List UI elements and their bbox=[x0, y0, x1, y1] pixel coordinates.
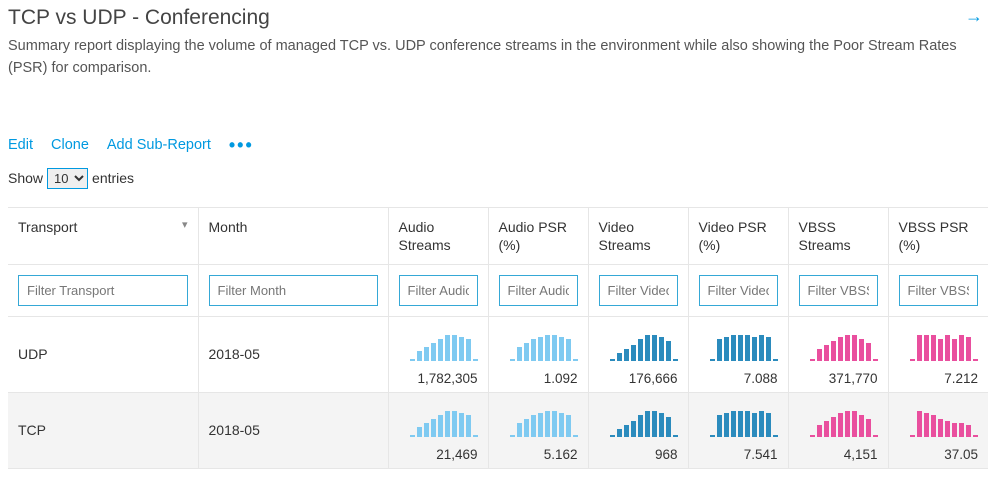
cell-vbss-psr: 7.212 bbox=[888, 316, 988, 392]
cell-audio-psr: 5.162 bbox=[488, 392, 588, 468]
filter-video-psr-input[interactable] bbox=[699, 275, 778, 306]
table-row: TCP 2018-05 21,469 5.162 968 7.541 4,151… bbox=[8, 392, 988, 468]
col-header-transport[interactable]: Transport▾ bbox=[8, 207, 198, 264]
cell-video-streams: 176,666 bbox=[588, 316, 688, 392]
table-row: UDP 2018-05 1,782,305 1.092 176,666 7.08… bbox=[8, 316, 988, 392]
show-label-prefix: Show bbox=[8, 170, 43, 186]
col-header-month[interactable]: Month bbox=[198, 207, 388, 264]
col-header-audio-streams[interactable]: Audio Streams bbox=[388, 207, 488, 264]
col-header-video-streams[interactable]: Video Streams bbox=[588, 207, 688, 264]
cell-video-streams: 968 bbox=[588, 392, 688, 468]
entries-select[interactable]: 10 bbox=[47, 168, 88, 189]
cell-video-psr: 7.088 bbox=[688, 316, 788, 392]
filter-audio-psr-input[interactable] bbox=[499, 275, 578, 306]
clone-link[interactable]: Clone bbox=[51, 137, 89, 153]
cell-audio-streams: 21,469 bbox=[388, 392, 488, 468]
expand-arrow-icon[interactable]: → bbox=[965, 6, 985, 27]
filter-audio-streams-input[interactable] bbox=[399, 275, 478, 306]
filter-month-input[interactable] bbox=[209, 275, 378, 306]
cell-vbss-streams: 371,770 bbox=[788, 316, 888, 392]
filter-transport-input[interactable] bbox=[18, 275, 188, 306]
filter-video-streams-input[interactable] bbox=[599, 275, 678, 306]
cell-transport: UDP bbox=[8, 316, 198, 392]
cell-month: 2018-05 bbox=[198, 316, 388, 392]
add-sub-report-link[interactable]: Add Sub-Report bbox=[107, 137, 211, 153]
cell-transport: TCP bbox=[8, 392, 198, 468]
report-table: Transport▾ Month Audio Streams Audio PSR… bbox=[8, 207, 988, 469]
more-actions-icon[interactable]: ••• bbox=[229, 136, 254, 154]
col-header-video-psr[interactable]: Video PSR (%) bbox=[688, 207, 788, 264]
cell-audio-psr: 1.092 bbox=[488, 316, 588, 392]
cell-vbss-psr: 37.05 bbox=[888, 392, 988, 468]
sort-indicator-icon: ▾ bbox=[182, 218, 188, 232]
cell-audio-streams: 1,782,305 bbox=[388, 316, 488, 392]
edit-link[interactable]: Edit bbox=[8, 137, 33, 153]
cell-month: 2018-05 bbox=[198, 392, 388, 468]
filter-vbss-streams-input[interactable] bbox=[799, 275, 878, 306]
cell-video-psr: 7.541 bbox=[688, 392, 788, 468]
page-description: Summary report displaying the volume of … bbox=[8, 36, 958, 80]
col-header-vbss-psr[interactable]: VBSS PSR (%) bbox=[888, 207, 988, 264]
page-title: TCP vs UDP - Conferencing bbox=[8, 6, 958, 30]
col-header-audio-psr[interactable]: Audio PSR (%) bbox=[488, 207, 588, 264]
col-header-vbss-streams[interactable]: VBSS Streams bbox=[788, 207, 888, 264]
show-label-suffix: entries bbox=[92, 170, 134, 186]
cell-vbss-streams: 4,151 bbox=[788, 392, 888, 468]
filter-vbss-psr-input[interactable] bbox=[899, 275, 979, 306]
